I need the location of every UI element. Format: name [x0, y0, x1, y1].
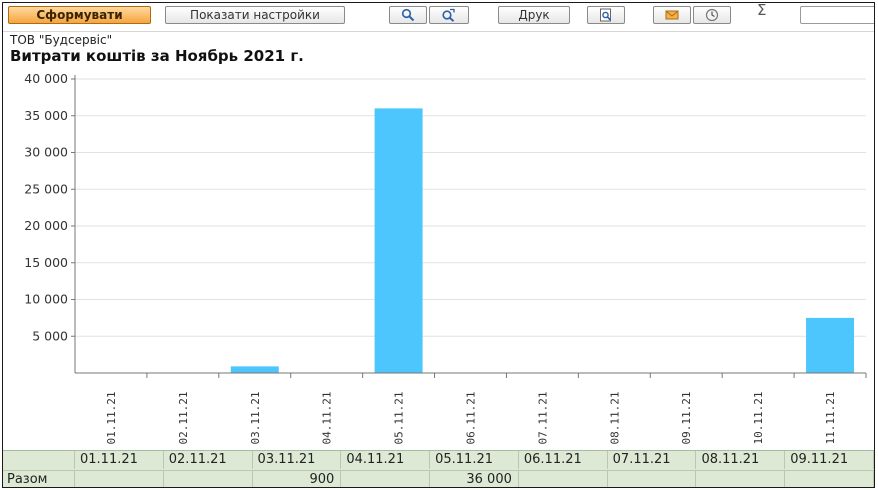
y-tick-label: 15 000 — [24, 255, 68, 270]
x-tick-label: 03.11.21 — [249, 392, 262, 445]
table-header-cell: 09.11.21 — [785, 451, 874, 469]
bar-05.11.21 — [374, 108, 423, 374]
table-header-cell: 06.11.21 — [519, 451, 608, 469]
table-value-cell — [696, 470, 786, 487]
table-value-cell: 900 — [252, 470, 342, 487]
table-header-cell: 03.11.21 — [253, 451, 342, 469]
y-tick-label: 25 000 — [24, 181, 68, 196]
y-tick-label: 20 000 — [24, 218, 68, 233]
table-value-cell — [785, 470, 874, 487]
table-header-cell: 02.11.21 — [164, 451, 253, 469]
table-value-cell — [518, 470, 608, 487]
y-tick-label: 40 000 — [24, 71, 68, 86]
y-tick-label: 5 000 — [32, 328, 68, 343]
table-header-cell: 04.11.21 — [341, 451, 431, 469]
y-tick-label: 30 000 — [24, 145, 68, 160]
x-tick-label: 05.11.21 — [393, 392, 406, 445]
table-header-cell: 01.11.21 — [75, 451, 164, 469]
report-window: Сформувати Показати настройки Друк Σ ТОВ… — [2, 2, 875, 488]
table-header-cell: 08.11.21 — [696, 451, 786, 469]
table-value-cell — [607, 470, 697, 487]
table-header-cell: 07.11.21 — [608, 451, 697, 469]
bar-03.11.21 — [230, 366, 279, 373]
x-tick-label: 07.11.21 — [536, 392, 549, 445]
table-value-cell: 36 000 — [430, 470, 519, 487]
x-tick-label: 06.11.21 — [465, 392, 478, 445]
y-tick-label: 10 000 — [24, 292, 68, 307]
y-tick-label: 35 000 — [24, 108, 68, 123]
expense-bar-chart: 5 000 10 000 15 000 20 000 25 000 30 000 35 00… — [24, 71, 867, 445]
table-corner-cell — [3, 451, 75, 469]
table-row-label: Разом — [3, 470, 75, 487]
x-tick-label: 09.11.21 — [680, 392, 693, 445]
table-header-cell: 05.11.21 — [430, 451, 519, 469]
x-tick-label: 08.11.21 — [608, 392, 621, 445]
table-value-cell — [75, 470, 164, 487]
x-tick-label: 04.11.21 — [321, 392, 334, 445]
summary-table: Разом 01.11.21 02.11.21 03.11.21 900 04.11.21… — [3, 450, 874, 487]
x-tick-label: 01.11.21 — [105, 392, 118, 445]
x-tick-label: 11.11.21 — [824, 392, 837, 445]
x-tick-label: 10.11.21 — [752, 392, 765, 445]
bar-11.11.21 — [806, 317, 855, 373]
x-tick-label: 02.11.21 — [177, 392, 190, 445]
table-value-cell — [163, 470, 253, 487]
table-value-cell — [341, 470, 431, 487]
